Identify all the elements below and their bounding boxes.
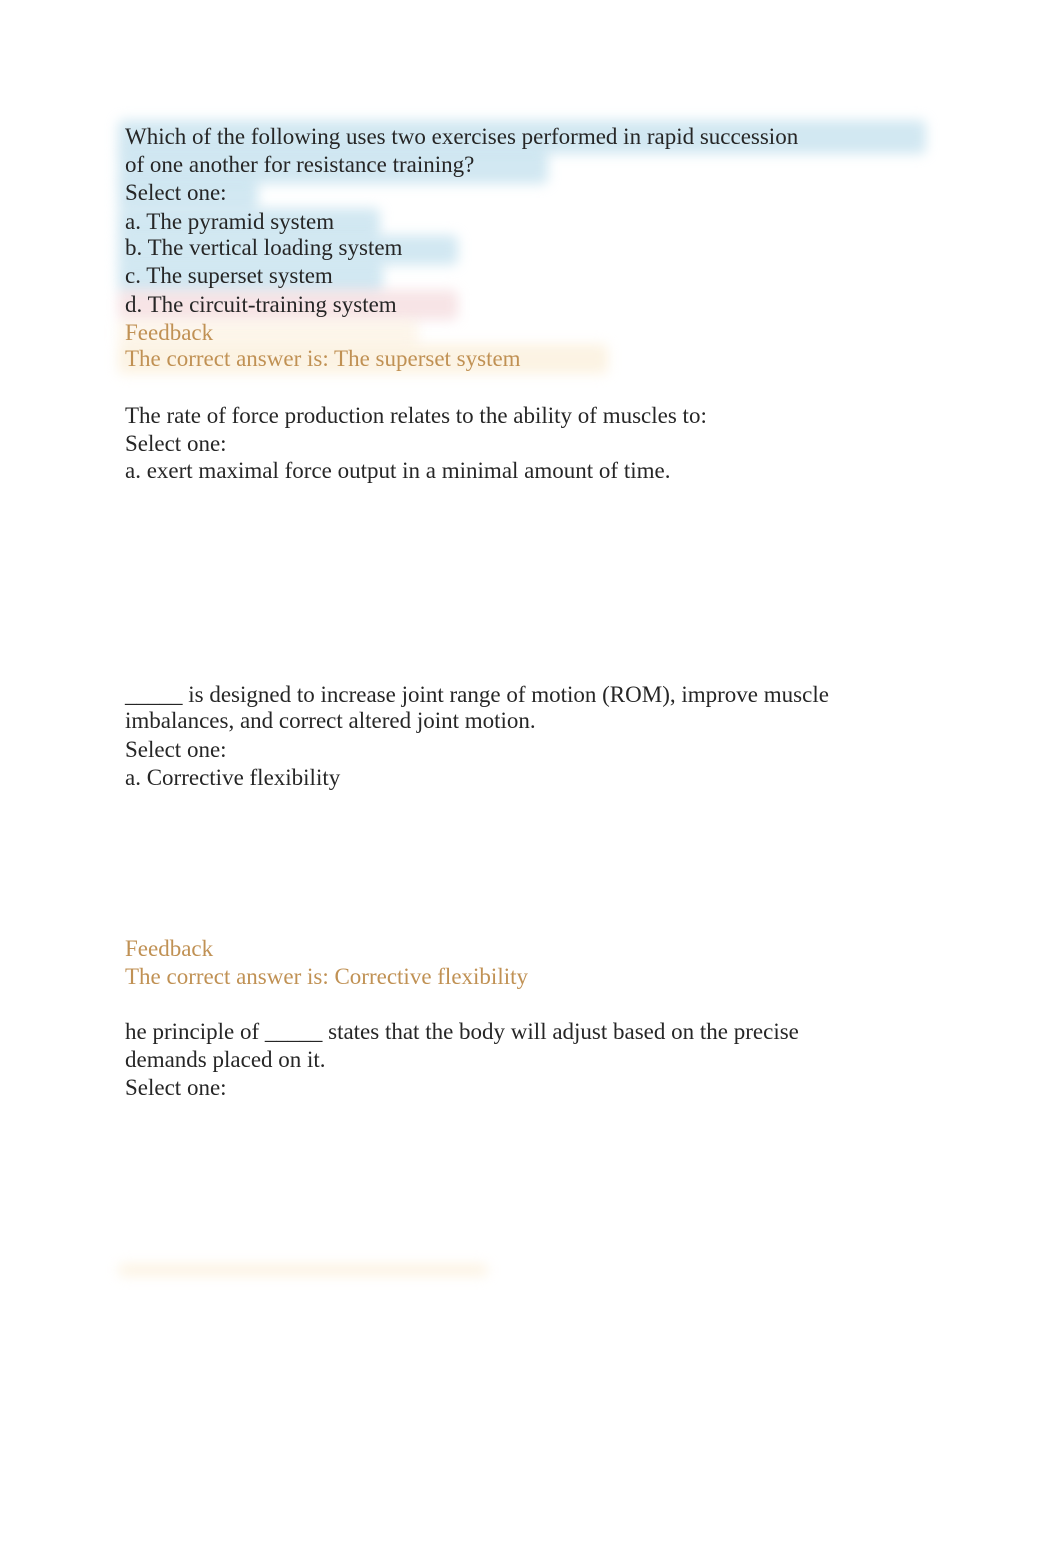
question-4-prompt-line-2: demands placed on it.	[125, 1047, 326, 1072]
document-page: Which of the following uses two exercise…	[0, 0, 1062, 1561]
question-3-feedback-answer: The correct answer is: Corrective flexib…	[125, 964, 528, 989]
question-4-prompt-line-1: he principle of _____ states that the bo…	[125, 1019, 799, 1044]
question-1-option-a: a. The pyramid system	[125, 209, 335, 234]
question-1-select-label: Select one:	[125, 180, 227, 205]
question-2-prompt-line-1: The rate of force production relates to …	[125, 403, 707, 428]
highlight-bottom-strip	[118, 1264, 488, 1276]
question-1-prompt-line-1: Which of the following uses two exercise…	[125, 124, 799, 149]
question-1-option-b: b. The vertical loading system	[125, 235, 403, 260]
question-3-prompt-line-1: _____ is designed to increase joint rang…	[125, 682, 829, 707]
question-3-select-label: Select one:	[125, 737, 227, 762]
question-4-select-label: Select one:	[125, 1075, 227, 1100]
question-3-option-a: a. Corrective flexibility	[125, 765, 341, 790]
question-1-feedback-label: Feedback	[125, 320, 214, 345]
question-1-feedback-answer: The correct answer is: The superset syst…	[125, 346, 521, 371]
question-2-option-a: a. exert maximal force output in a minim…	[125, 458, 671, 483]
question-1-option-d: d. The circuit-training system	[125, 292, 397, 317]
question-1-option-c: c. The superset system	[125, 263, 333, 288]
question-2-select-label: Select one:	[125, 431, 227, 456]
question-3-prompt-line-2: imbalances, and correct altered joint mo…	[125, 708, 536, 733]
question-3-feedback-label: Feedback	[125, 936, 214, 961]
question-1-prompt-line-2: of one another for resistance training?	[125, 152, 475, 177]
